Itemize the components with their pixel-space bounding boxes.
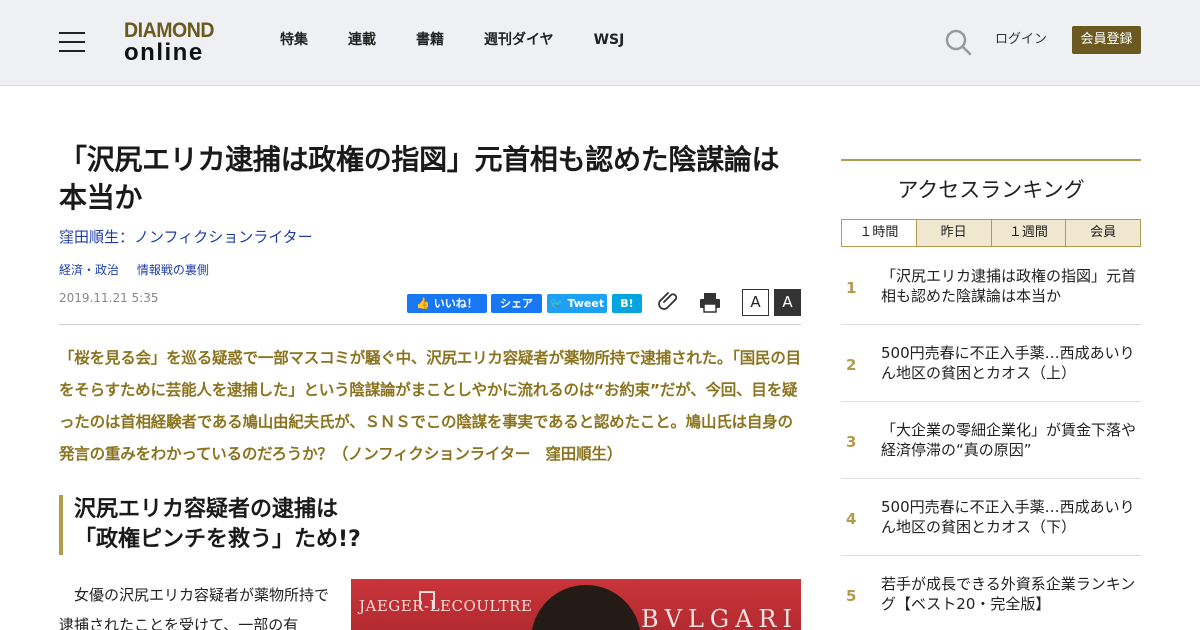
logo-line2: online — [124, 39, 204, 66]
register-button[interactable]: 会員登録 — [1072, 26, 1141, 54]
rank-number: 4 — [846, 510, 857, 528]
photo-subject — [531, 585, 641, 630]
font-size-small-button[interactable]: A — [742, 289, 769, 316]
print-icon[interactable] — [699, 291, 721, 313]
tab-1week[interactable]: １週間 — [990, 220, 1066, 246]
like-label: いいね！ — [433, 297, 478, 310]
ranking-list: 1 「沢尻エリカ逮捕は政権の指図」元首相も認めた陰謀論は本当か 2 500円売春… — [841, 248, 1141, 630]
ranking-tabs: １時間 昨日 １週間 会員 — [841, 219, 1141, 247]
category-list: 経済・政治 情報戦の裏側 — [59, 262, 223, 278]
clip-icon[interactable] — [658, 290, 680, 312]
ranking-item[interactable]: 4 500円売春に不正入手薬…西成あいりん地区の貧困とカオス（下） — [841, 479, 1141, 556]
rank-number: 5 — [846, 587, 857, 605]
article-body: 女優の沢尻エリカ容疑者が薬物所持で逮捕されたことを受けて、一部の有 — [59, 586, 330, 630]
ranking-item[interactable]: 3 「大企業の零細企業化」が賃金下落や経済停滞の“真の原因” — [841, 402, 1141, 479]
rank-title[interactable]: 500円売春に不正入手薬…西成あいりん地区の貧困とカオス（下） — [881, 497, 1141, 537]
tab-members[interactable]: 会員 — [1065, 220, 1140, 246]
ranking-title: アクセスランキング — [897, 178, 1085, 202]
logo-line1: DIAMOND — [124, 19, 215, 42]
nav-item-special[interactable]: 特集 — [280, 31, 308, 49]
ranking-top-rule — [841, 159, 1141, 161]
facebook-like-button[interactable]: 👍 いいね！ — [407, 294, 487, 313]
site-logo[interactable]: DIAMOND online — [124, 20, 228, 66]
nav-item-weekly-diamond[interactable]: 週刊ダイヤ — [484, 31, 554, 49]
rank-title[interactable]: 500円売春に不正入手薬…西成あいりん地区の貧困とカオス（上） — [881, 343, 1141, 383]
photo-brand-left: JAEGER-LECOULTRE — [359, 597, 533, 615]
font-size-large-button[interactable]: A — [774, 289, 801, 316]
facebook-share-button[interactable]: シェア — [491, 294, 542, 313]
tweet-label: Tweet — [567, 297, 605, 310]
publish-date: 2019.11.21 5:35 — [59, 291, 159, 305]
article-title: 「沢尻エリカ逮捕は政権の指図」元首相も認めた陰謀論は本当か — [59, 143, 780, 214]
rank-title[interactable]: 若手が成長できる外資系企業ランキング【ベスト20・完全版】 — [881, 574, 1141, 614]
category-link-economy[interactable]: 経済・政治 — [59, 263, 119, 277]
ranking-item[interactable]: 1 「沢尻エリカ逮捕は政権の指図」元首相も認めた陰謀論は本当か — [841, 248, 1141, 325]
nav-item-books[interactable]: 書籍 — [416, 31, 444, 49]
search-icon[interactable] — [944, 28, 972, 56]
section-heading: 沢尻エリカ容疑者の逮捕は 「政権ピンチを救う」ため!? — [59, 495, 801, 555]
hatena-bookmark-button[interactable]: B! — [612, 294, 642, 313]
tab-yesterday[interactable]: 昨日 — [915, 220, 991, 246]
nav-item-wsj[interactable]: WSJ — [594, 31, 625, 49]
ranking-item[interactable]: 5 若手が成長できる外資系企業ランキング【ベスト20・完全版】 — [841, 556, 1141, 630]
article-lead: 「桜を見る会」を巡る疑惑で一部マスコミが騒ぐ中、沢尻エリカ容疑者が薬物所持で逮捕… — [59, 349, 801, 463]
site-header: DIAMOND online 特集 連載 書籍 週刊ダイヤ WSJ ログイン 会… — [0, 0, 1200, 86]
category-link-series[interactable]: 情報戦の裏側 — [137, 263, 209, 277]
tab-1hour[interactable]: １時間 — [842, 220, 916, 246]
section-heading-line1: 沢尻エリカ容疑者の逮捕は — [74, 497, 339, 522]
author-link[interactable]: 窪田順生：ノンフィクションライター — [59, 227, 313, 247]
ranking-item[interactable]: 2 500円売春に不正入手薬…西成あいりん地区の貧困とカオス（上） — [841, 325, 1141, 402]
nav-item-series[interactable]: 連載 — [348, 31, 376, 49]
rank-number: 3 — [846, 433, 857, 451]
rank-title[interactable]: 「沢尻エリカ逮捕は政権の指図」元首相も認めた陰謀論は本当か — [881, 266, 1141, 306]
rank-title[interactable]: 「大企業の零細企業化」が賃金下落や経済停滞の“真の原因” — [881, 420, 1141, 460]
twitter-tweet-button[interactable]: 🐦 Tweet — [547, 294, 607, 313]
login-link[interactable]: ログイン — [995, 31, 1047, 49]
section-heading-line2: 「政権ピンチを救う」ため!? — [74, 527, 361, 552]
menu-icon[interactable] — [59, 32, 85, 52]
article-photo[interactable]: JAEGER-LECOULTRE BVLGARI — [351, 579, 801, 630]
rank-number: 1 — [846, 279, 857, 297]
photo-brand-right: BVLGARI — [641, 605, 798, 630]
rank-number: 2 — [846, 356, 857, 374]
main-nav: 特集 連載 書籍 週刊ダイヤ WSJ — [280, 31, 664, 49]
divider — [59, 324, 801, 325]
